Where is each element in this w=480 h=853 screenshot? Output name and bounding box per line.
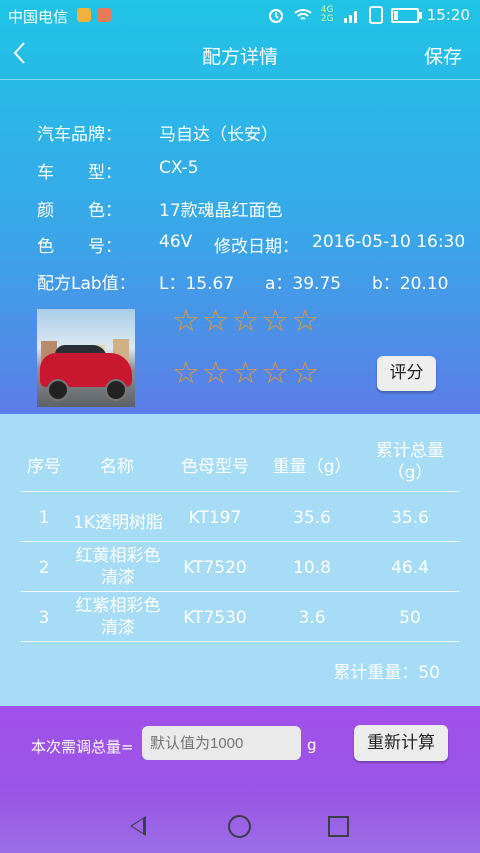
star-icon[interactable] xyxy=(172,306,200,337)
col-header-index: 序号 xyxy=(27,457,61,477)
star-icon[interactable] xyxy=(291,306,319,337)
formula-table: 序号 名称 色母型号 重量（g） 累计总量（g） 1 1K透明树脂 KT197 … xyxy=(0,414,480,706)
star-icon[interactable] xyxy=(291,358,319,389)
lab-label: 配方Lab值： xyxy=(37,274,136,294)
model-label: 车 型： xyxy=(37,163,122,183)
status-right: 4G 2G 15:20 xyxy=(267,6,470,24)
network-type-label: 4G 2G xyxy=(320,5,334,24)
cell-name: 红紫相彩色清漆 xyxy=(75,596,161,638)
save-button[interactable]: 保存 xyxy=(424,42,462,69)
cell-model: KT197 xyxy=(188,508,242,528)
cell-model: KT7520 xyxy=(183,558,247,578)
date-value: 2016-05-10 16:30 xyxy=(312,232,466,252)
cell-cumulative: 35.6 xyxy=(391,508,429,528)
rate-button[interactable]: 评分 xyxy=(377,356,436,391)
date-label: 修改日期： xyxy=(214,237,299,257)
alarm-icon xyxy=(268,9,283,23)
code-label: 色 号： xyxy=(37,237,122,257)
star-icon[interactable] xyxy=(232,358,260,389)
color-label: 颜 色： xyxy=(37,201,122,221)
battery-icon xyxy=(390,7,422,23)
row-divider xyxy=(21,591,459,592)
col-header-name: 名称 xyxy=(100,457,134,477)
cell-name: 红黄相彩色清漆 xyxy=(75,546,161,588)
brand-label: 汽车品牌： xyxy=(37,125,122,145)
cell-weight: 3.6 xyxy=(298,608,326,628)
cell-weight: 10.8 xyxy=(293,558,331,578)
row-divider xyxy=(21,641,459,642)
col-header-weight: 重量（g） xyxy=(272,457,352,477)
app-notification-icon xyxy=(77,8,91,22)
model-value: CX-5 xyxy=(159,158,199,178)
star-icon[interactable] xyxy=(202,358,230,389)
nav-recent-icon[interactable] xyxy=(328,816,349,837)
lab-a-value: a：39.75 xyxy=(265,274,342,294)
title-bar: 配方详情 保存 xyxy=(0,32,480,80)
total-amount-input[interactable] xyxy=(142,726,301,760)
cell-index: 3 xyxy=(38,608,50,628)
code-value: 46V xyxy=(159,232,193,252)
bottom-panel: 本次需调总量= g 重新计算 xyxy=(0,706,480,853)
col-header-cumulative: 累计总量（g） xyxy=(376,441,444,483)
cell-index: 1 xyxy=(38,508,50,528)
recalculate-button[interactable]: 重新计算 xyxy=(354,725,448,761)
status-time: 15:20 xyxy=(426,6,470,24)
star-icon[interactable] xyxy=(202,306,230,337)
title-divider xyxy=(0,79,480,80)
color-value: 17款魂晶红面色 xyxy=(159,201,283,221)
total-weight-value: 50 xyxy=(418,663,440,683)
col-header-model: 色母型号 xyxy=(181,457,249,477)
cell-model: KT7530 xyxy=(183,608,247,628)
total-weight-label: 累计重量： xyxy=(333,663,419,683)
total-weight: 累计重量：50 xyxy=(333,658,440,683)
star-rating-row-1[interactable] xyxy=(172,306,319,337)
row-divider xyxy=(21,541,459,542)
app-notification-icon-2 xyxy=(97,8,111,22)
screen: 中国电信 4G 2G 15:20 配方详情 保存 汽车品牌： 马自达（长安） 车… xyxy=(0,0,480,853)
cell-index: 2 xyxy=(38,558,50,578)
star-icon[interactable] xyxy=(261,358,289,389)
need-total-label: 本次需调总量= xyxy=(31,738,134,756)
status-bar: 中国电信 4G 2G 15:20 xyxy=(0,0,480,32)
signal-icon xyxy=(343,11,357,23)
car-photo xyxy=(37,309,135,407)
star-icon[interactable] xyxy=(172,358,200,389)
lab-b-value: b：20.10 xyxy=(372,274,449,294)
unit-label: g xyxy=(307,736,317,754)
lab-l-value: L：15.67 xyxy=(159,274,235,294)
cell-name: 1K透明树脂 xyxy=(73,513,163,533)
nav-home-icon[interactable] xyxy=(228,815,251,838)
carrier-label: 中国电信 xyxy=(8,8,69,26)
cell-cumulative: 50 xyxy=(399,608,421,628)
cell-weight: 35.6 xyxy=(293,508,331,528)
row-divider xyxy=(21,491,459,492)
star-rating-row-2[interactable] xyxy=(172,358,319,389)
star-icon[interactable] xyxy=(261,306,289,337)
system-nav-bar xyxy=(0,802,480,853)
cell-cumulative: 46.4 xyxy=(391,558,429,578)
brand-value: 马自达（长安） xyxy=(159,125,278,145)
wifi-icon xyxy=(294,9,312,20)
sim-icon xyxy=(368,6,383,24)
nav-back-icon[interactable] xyxy=(130,816,146,836)
star-icon[interactable] xyxy=(232,306,260,337)
page-title: 配方详情 xyxy=(201,46,278,68)
